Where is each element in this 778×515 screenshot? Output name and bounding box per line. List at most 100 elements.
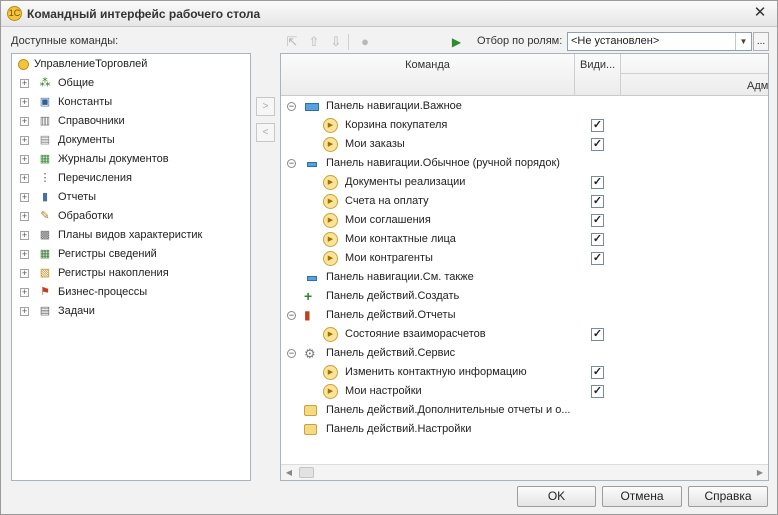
visible-checkbox[interactable]: ✓: [591, 214, 604, 227]
ok-button[interactable]: OK: [517, 486, 596, 507]
command-label: Состояние взаиморасчетов: [345, 328, 486, 340]
expand-icon[interactable]: +: [20, 288, 29, 297]
role-filter-label: Отбор по ролям:: [477, 35, 563, 47]
group-row[interactable]: Панель действий.Дополнительные отчеты и …: [281, 401, 768, 420]
move-up-icon[interactable]: ⇧: [305, 33, 323, 51]
column-header-admin[interactable]: Адм: [747, 80, 768, 92]
command-row[interactable]: ▶ Мои настройки ✓: [281, 382, 768, 401]
constants-icon: ▣: [39, 96, 51, 108]
group-row[interactable]: − Панель навигации.Обычное (ручной порядо…: [281, 154, 768, 173]
visible-checkbox[interactable]: ✓: [591, 119, 604, 132]
group-label: Панель действий.Дополнительные отчеты и …: [326, 404, 571, 416]
expand-icon[interactable]: +: [20, 231, 29, 240]
command-row[interactable]: ▶ Изменить контактную информацию ✓: [281, 363, 768, 382]
command-row[interactable]: ▶ Мои контрагенты ✓: [281, 249, 768, 268]
visible-checkbox[interactable]: ✓: [591, 233, 604, 246]
visible-checkbox[interactable]: ✓: [591, 366, 604, 379]
expand-icon[interactable]: +: [20, 79, 29, 88]
visible-checkbox[interactable]: ✓: [591, 385, 604, 398]
column-header-visible[interactable]: Види...: [575, 54, 621, 96]
expand-icon[interactable]: +: [20, 174, 29, 183]
grid-header: Команда Види... Адм: [281, 54, 768, 96]
scroll-thumb[interactable]: [299, 467, 314, 478]
collapse-icon[interactable]: −: [287, 159, 296, 168]
visible-checkbox[interactable]: ✓: [591, 176, 604, 189]
enums-icon: ⋮: [39, 172, 51, 184]
command-row[interactable]: ▶ Мои контактные лица ✓: [281, 230, 768, 249]
group-row[interactable]: − ▮ Панель действий.Отчеты: [281, 306, 768, 325]
expand-icon[interactable]: +: [20, 269, 29, 278]
group-row[interactable]: Панель действий.Настройки: [281, 420, 768, 439]
expand-icon[interactable]: +: [20, 117, 29, 126]
expand-icon[interactable]: +: [20, 307, 29, 316]
toolbar: ⇱ ⇧ ⇩ ● ▶ Отбор по ролям: <Не установлен…: [281, 31, 769, 53]
role-filter-more-button[interactable]: ...: [753, 32, 769, 51]
title-bar: 1C Командный интерфейс рабочего стола ✕: [1, 1, 777, 27]
command-row[interactable]: ▶ Мои заказы ✓: [281, 135, 768, 154]
help-button[interactable]: Справка: [688, 486, 768, 507]
tree-item-label: Регистры накопления: [58, 267, 169, 279]
command-icon: ▶: [323, 251, 338, 266]
tasks-icon: ▤: [39, 305, 51, 317]
expand-icon[interactable]: +: [20, 136, 29, 145]
group-label: Панель действий.Отчеты: [326, 309, 456, 321]
command-label: Изменить контактную информацию: [345, 366, 527, 378]
visible-checkbox[interactable]: ✓: [591, 195, 604, 208]
group-label: Панель навигации.Важное: [326, 100, 462, 112]
run-filter-icon[interactable]: ▶: [448, 34, 465, 50]
group-row[interactable]: + Панель действий.Создать: [281, 287, 768, 306]
group-row[interactable]: − Панель навигации.Важное: [281, 97, 768, 116]
close-icon[interactable]: ✕: [751, 4, 769, 22]
collapse-icon[interactable]: −: [287, 349, 296, 358]
tree-item-label: Документы: [58, 134, 115, 146]
tree-item-label: Регистры сведений: [58, 248, 157, 260]
accum-registers-icon: ▧: [39, 267, 51, 279]
folder-icon: [304, 424, 317, 435]
available-commands-tree[interactable]: УправлениеТорговлей + ⁂ Общие + ▣ Константы + ▥…: [11, 53, 251, 481]
expand-icon[interactable]: +: [20, 212, 29, 221]
command-icon: ▶: [323, 137, 338, 152]
common-icon: ⁂: [39, 77, 51, 89]
expand-icon[interactable]: +: [20, 98, 29, 107]
tree-item-label: Общие: [58, 77, 95, 89]
role-filter-select[interactable]: <Не установлен> ▼: [567, 32, 752, 51]
move-to-group-icon[interactable]: ⇱: [283, 33, 301, 51]
scroll-right-icon[interactable]: ▶: [752, 465, 768, 480]
command-icon: ▶: [323, 175, 338, 190]
expand-icon[interactable]: +: [20, 155, 29, 164]
chevron-down-icon[interactable]: ▼: [735, 33, 751, 50]
expand-icon[interactable]: +: [20, 193, 29, 202]
column-header-command[interactable]: Команда: [281, 54, 575, 96]
tree-item-label: Отчеты: [58, 191, 97, 203]
remove-command-button[interactable]: <: [256, 123, 275, 142]
visible-checkbox[interactable]: ✓: [591, 138, 604, 151]
tree-item-label: Журналы документов: [58, 153, 169, 165]
command-row[interactable]: ▶ Документы реализации ✓: [281, 173, 768, 192]
tree-item-label: Планы видов характеристик: [58, 229, 203, 241]
group-label: Панель действий.Создать: [326, 290, 460, 302]
tree-item-label: Перечисления: [58, 172, 132, 184]
visible-checkbox[interactable]: ✓: [591, 252, 604, 265]
processing-icon: ✎: [40, 210, 50, 222]
collapse-icon[interactable]: −: [287, 311, 296, 320]
group-row[interactable]: − ⚙ Панель действий.Сервис: [281, 344, 768, 363]
command-row[interactable]: ▶ Мои соглашения ✓: [281, 211, 768, 230]
visible-checkbox[interactable]: ✓: [591, 328, 604, 341]
expand-icon[interactable]: +: [20, 250, 29, 259]
group-row[interactable]: Панель навигации.См. также: [281, 268, 768, 287]
cancel-button[interactable]: Отмена: [602, 486, 682, 507]
reset-icon[interactable]: ●: [356, 33, 374, 51]
scroll-left-icon[interactable]: ◀: [281, 465, 297, 480]
horizontal-scrollbar[interactable]: ◀ ▶: [281, 464, 768, 480]
command-grid[interactable]: Команда Види... Адм − Панель навигации.Ва…: [280, 53, 769, 481]
command-label: Корзина покупателя: [345, 119, 448, 131]
reports-icon: ▮: [304, 308, 311, 322]
command-row[interactable]: ▶ Счета на оплату ✓: [281, 192, 768, 211]
group-label: Панель действий.Настройки: [326, 423, 472, 435]
collapse-icon[interactable]: −: [287, 102, 296, 111]
command-row[interactable]: ▶ Состояние взаиморасчетов ✓: [281, 325, 768, 344]
add-command-button[interactable]: >: [256, 97, 275, 116]
move-down-icon[interactable]: ⇩: [327, 33, 345, 51]
service-gear-icon: ⚙: [304, 346, 316, 361]
command-row[interactable]: ▶ Корзина покупателя ✓: [281, 116, 768, 135]
